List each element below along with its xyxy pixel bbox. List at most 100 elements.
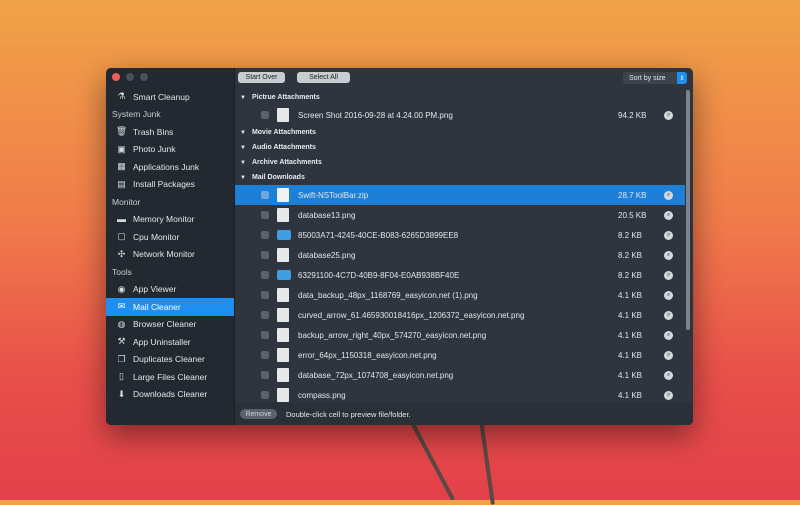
memory-chip-icon: ▬: [117, 214, 126, 225]
footer-bar: Remove Double-click cell to preview file…: [235, 403, 693, 425]
file-row[interactable]: database13.png 20.5 KB ⌕: [235, 205, 685, 225]
sort-dropdown-label: Sort by size: [629, 74, 666, 82]
sidebar-item-label: Browser Cleaner: [133, 319, 197, 330]
file-name: Swift-NSToolBar.zip: [298, 190, 369, 200]
zoom-window-button[interactable]: [140, 73, 148, 81]
row-checkbox[interactable]: [261, 251, 269, 259]
vertical-scrollbar[interactable]: [686, 90, 690, 330]
file-row[interactable]: curved_arrow_61.465930018416px_1206372_e…: [235, 305, 685, 325]
sidebar-list: ⚗ Smart Cleanup System Junk 🗑 Trash Bins…: [106, 88, 234, 403]
sidebar-item-network-monitor[interactable]: ✣ Network Monitor: [106, 246, 234, 264]
row-checkbox[interactable]: [261, 311, 269, 319]
start-over-button[interactable]: Start Over: [238, 72, 285, 83]
window-controls: [112, 73, 148, 81]
file-size: 28.7 KB: [618, 190, 647, 200]
sidebar-item-memory-monitor[interactable]: ▬ Memory Monitor: [106, 211, 234, 229]
group-label: Pictrue Attachments: [251, 94, 320, 101]
magnifier-icon[interactable]: ⌕: [664, 370, 673, 380]
close-window-button[interactable]: [112, 73, 120, 81]
minimize-window-button[interactable]: [126, 73, 134, 81]
sidebar-item-app-viewer[interactable]: ◉ App Viewer: [106, 281, 234, 299]
file-row[interactable]: compass.png 4.1 KB ⌕: [235, 385, 685, 405]
sidebar-item-large-files-cleaner[interactable]: ▯ Large Files Cleaner: [106, 368, 234, 386]
sidebar-item-duplicates-cleaner[interactable]: ❐ Duplicates Cleaner: [106, 351, 234, 369]
file-row[interactable]: data_backup_48px_1168769_easyicon.net (1…: [235, 285, 685, 305]
group-audio-attachments[interactable]: ▼ Audio Attachments: [235, 140, 685, 155]
row-checkbox[interactable]: [261, 191, 269, 199]
file-size: 8.2 KB: [618, 230, 643, 240]
file-name: 85003A71-4245-40CE-B083-6265D3899EE8: [298, 230, 459, 240]
sidebar-item-label: App Uninstaller: [133, 336, 191, 347]
sidebar-item-applications-junk[interactable]: ▦ Applications Junk: [106, 158, 234, 176]
file-name: database13.png: [298, 210, 356, 220]
file-size: 4.1 KB: [618, 390, 643, 400]
file-row[interactable]: database25.png 8.2 KB ⌕: [235, 245, 685, 265]
row-checkbox[interactable]: [261, 351, 269, 359]
file-row[interactable]: Screen Shot 2016-09-28 at 4.24.00 PM.png…: [235, 105, 685, 125]
grid-icon: ▦: [117, 161, 126, 172]
magnifier-icon[interactable]: ⌕: [664, 330, 673, 340]
sidebar: ⚗ Smart Cleanup System Junk 🗑 Trash Bins…: [106, 68, 235, 425]
toolbar: Start Over Select All Sort by size ⇕: [235, 72, 693, 84]
sidebar-item-photo-junk[interactable]: ▣ Photo Junk: [106, 141, 234, 159]
row-checkbox[interactable]: [261, 331, 269, 339]
sidebar-item-label: App Viewer: [133, 284, 177, 295]
sidebar-item-label: Trash Bins: [133, 126, 174, 137]
group-mail-downloads[interactable]: ▼ Mail Downloads: [235, 170, 685, 185]
file-name: backup_arrow_right_40px_574270_easyicon.…: [298, 330, 487, 340]
group-label: Mail Downloads: [251, 174, 305, 181]
sidebar-item-cpu-monitor[interactable]: ▢ Cpu Monitor: [106, 228, 234, 246]
sidebar-item-downloads-cleaner[interactable]: ⬇ Downloads Cleaner: [106, 386, 234, 404]
file-row[interactable]: database_72px_1074708_easyicon.net.png 4…: [235, 365, 685, 385]
row-checkbox[interactable]: [261, 111, 269, 119]
group-label: Movie Attachments: [251, 129, 316, 136]
magnifier-icon[interactable]: ⌕: [664, 350, 673, 360]
eye-icon: ◉: [117, 283, 126, 294]
image-file-icon: [277, 368, 289, 382]
select-all-button[interactable]: Select All: [297, 72, 350, 83]
file-row[interactable]: 85003A71-4245-40CE-B083-6265D3899EE8 8.2…: [235, 225, 685, 245]
image-file-icon: [277, 308, 289, 322]
sort-dropdown[interactable]: Sort by size ⇕: [623, 72, 687, 84]
file-row[interactable]: backup_arrow_right_40px_574270_easyicon.…: [235, 325, 685, 345]
row-checkbox[interactable]: [261, 371, 269, 379]
file-icon: ▯: [119, 371, 124, 382]
group-archive-attachments[interactable]: ▼ Archive Attachments: [235, 155, 685, 170]
sidebar-item-label: Memory Monitor: [133, 214, 195, 225]
sidebar-item-label: Install Packages: [133, 179, 195, 190]
file-row-selected[interactable]: Swift-NSToolBar.zip 28.7 KB ⌕: [235, 185, 685, 205]
magnifier-icon[interactable]: ⌕: [664, 210, 673, 220]
sidebar-item-app-uninstaller[interactable]: ⚒ App Uninstaller: [106, 333, 234, 351]
group-picture-attachments[interactable]: ▼ Pictrue Attachments: [235, 90, 685, 105]
remove-button[interactable]: Remove: [240, 409, 277, 419]
sidebar-item-trash-bins[interactable]: 🗑 Trash Bins: [106, 123, 234, 141]
row-checkbox[interactable]: [261, 271, 269, 279]
row-checkbox[interactable]: [261, 291, 269, 299]
group-label: Audio Attachments: [251, 144, 316, 151]
row-checkbox[interactable]: [261, 211, 269, 219]
sidebar-item-install-packages[interactable]: ▤ Install Packages: [106, 176, 234, 194]
file-row[interactable]: error_64px_1150318_easyicon.net.png 4.1 …: [235, 345, 685, 365]
file-name: data_backup_48px_1168769_easyicon.net (1…: [298, 290, 478, 300]
magnifier-icon[interactable]: ⌕: [664, 290, 673, 300]
globe-icon: ◍: [117, 318, 126, 329]
file-size: 20.5 KB: [618, 210, 647, 220]
magnifier-icon[interactable]: ⌕: [664, 230, 673, 240]
image-file-icon: [277, 108, 289, 122]
group-movie-attachments[interactable]: ▼ Movie Attachments: [235, 125, 685, 140]
magnifier-icon[interactable]: ⌕: [664, 270, 673, 280]
disclosure-open-icon: ▼: [240, 94, 246, 101]
file-row[interactable]: 63291100-4C7D-40B9-8F04-E0AB938BF40E 8.2…: [235, 265, 685, 285]
magnifier-icon[interactable]: ⌕: [664, 190, 673, 200]
row-checkbox[interactable]: [261, 231, 269, 239]
magnifier-icon[interactable]: ⌕: [664, 250, 673, 260]
sidebar-item-browser-cleaner[interactable]: ◍ Browser Cleaner: [106, 316, 234, 334]
sidebar-item-smart-cleanup[interactable]: ⚗ Smart Cleanup: [106, 88, 234, 106]
file-size: 94.2 KB: [618, 110, 647, 120]
magnifier-icon[interactable]: ⌕: [664, 310, 673, 320]
magnifier-icon[interactable]: ⌕: [664, 390, 673, 400]
row-checkbox[interactable]: [261, 391, 269, 399]
magnifier-icon[interactable]: ⌕: [664, 110, 673, 120]
sidebar-item-mail-cleaner[interactable]: ✉ Mail Cleaner: [106, 298, 234, 316]
file-name: error_64px_1150318_easyicon.net.png: [298, 350, 437, 360]
